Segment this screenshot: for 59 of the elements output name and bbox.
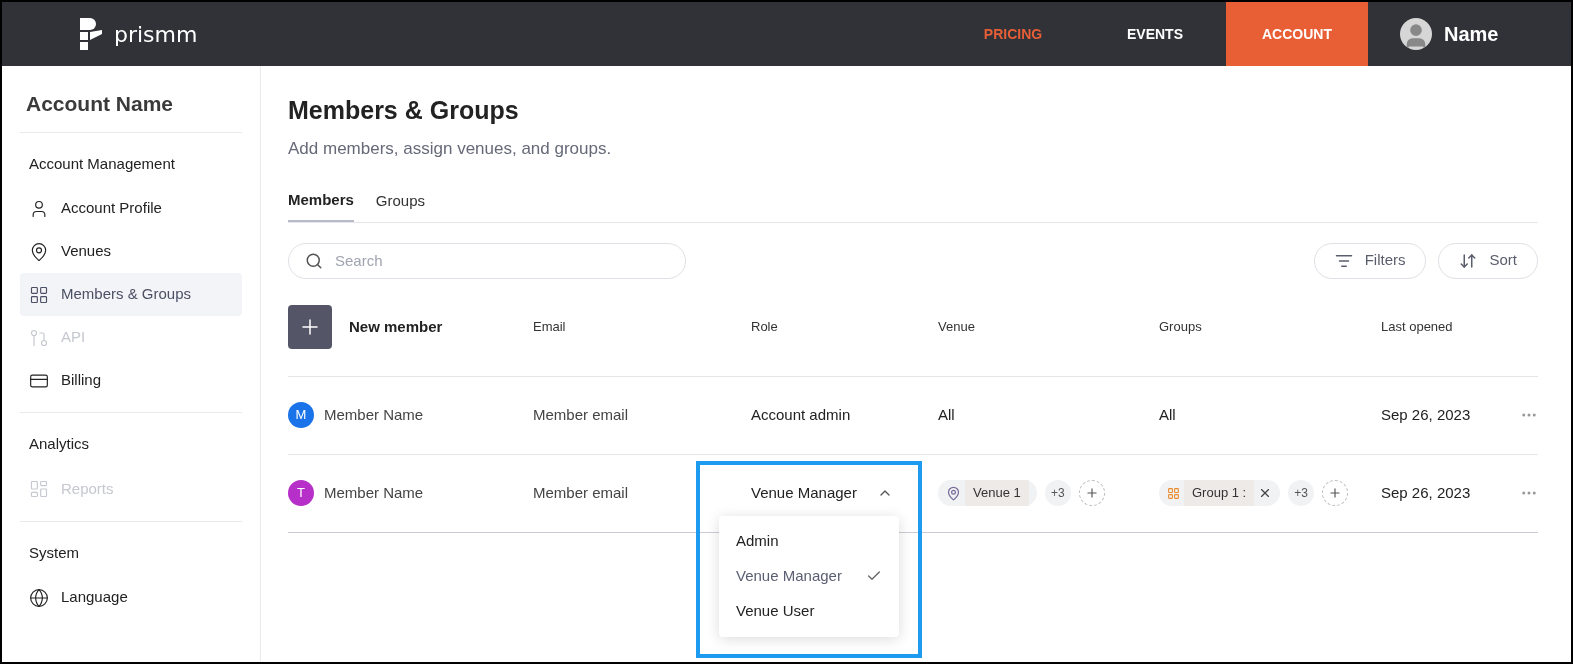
search-field[interactable]: Search xyxy=(288,242,686,279)
member-email: Member email xyxy=(533,482,630,503)
avatar-icon[interactable] xyxy=(1400,18,1432,50)
sidebar-item[interactable]: Venues xyxy=(20,230,242,273)
menu-option[interactable]: Venue User xyxy=(719,593,899,629)
menu-option[interactable]: Admin xyxy=(719,523,899,559)
page-title: Members & Groups xyxy=(288,95,520,126)
page-subtitle: Add members, assign venues, and groups. xyxy=(288,137,613,160)
avatar-initial: T xyxy=(288,480,314,506)
sidebar-item[interactable]: Billing xyxy=(20,359,242,402)
last-opened: Sep 26, 2023 xyxy=(1381,404,1472,425)
section-title: System xyxy=(28,542,80,563)
tab[interactable]: Groups xyxy=(375,189,426,222)
section-title: Account Management xyxy=(28,153,176,174)
tab[interactable]: Members xyxy=(288,189,354,222)
tag-chip[interactable]: Group 1 : xyxy=(1159,480,1281,506)
location-pin-icon xyxy=(946,485,961,501)
column-header: Email xyxy=(533,318,567,337)
table-cell-text: All xyxy=(1159,404,1177,425)
add-member-button[interactable] xyxy=(288,305,332,349)
tag-label: Venue 1 xyxy=(965,480,1029,506)
column-header: Role xyxy=(751,318,779,337)
column-header: Venue xyxy=(938,318,976,337)
menu-option[interactable]: Venue Manager xyxy=(719,558,899,594)
location-pin-icon xyxy=(29,241,49,262)
grid-icon xyxy=(29,284,49,305)
new-member-label[interactable]: New member xyxy=(349,315,443,339)
branch-icon xyxy=(29,327,49,348)
role-select[interactable]: Venue Manager xyxy=(751,481,893,505)
role-select[interactable]: Account admin xyxy=(751,403,851,427)
search-icon xyxy=(305,251,323,270)
sidebar-item[interactable]: Members & Groups xyxy=(20,273,242,316)
tag-label: Group 1 : xyxy=(1184,480,1255,506)
plus-icon xyxy=(1328,486,1343,500)
nav-link[interactable]: EVENTS xyxy=(1084,2,1226,66)
avatar-initial: M xyxy=(288,402,314,428)
column-header: Last opened xyxy=(1381,318,1454,337)
board-icon xyxy=(29,479,49,499)
logo-text: prismm xyxy=(114,20,198,49)
sidebar-item[interactable]: Language xyxy=(20,576,242,619)
last-opened: Sep 26, 2023 xyxy=(1381,482,1472,503)
section-title: Analytics xyxy=(28,434,91,454)
account-name: Account Name xyxy=(20,88,242,133)
member-name: Member Name xyxy=(324,404,424,425)
tag-chip[interactable]: Venue 1 xyxy=(938,480,1037,506)
table-cell-text: All xyxy=(938,404,956,425)
grid-icon xyxy=(1167,486,1180,500)
member-name: Member Name xyxy=(324,482,424,503)
count-badge: +3 xyxy=(1044,480,1071,506)
plus-icon xyxy=(1084,486,1099,500)
column-header: Groups xyxy=(1159,318,1203,337)
sidebar-item[interactable]: Account Profile xyxy=(20,187,242,230)
globe-icon xyxy=(29,587,49,608)
nav-link[interactable]: PRICING xyxy=(942,2,1084,66)
sort-icon xyxy=(1459,251,1478,270)
member-email: Member email xyxy=(533,404,630,425)
user-name[interactable]: Name xyxy=(1444,19,1499,49)
logo-icon xyxy=(80,18,102,50)
count-badge: +3 xyxy=(1288,480,1315,506)
